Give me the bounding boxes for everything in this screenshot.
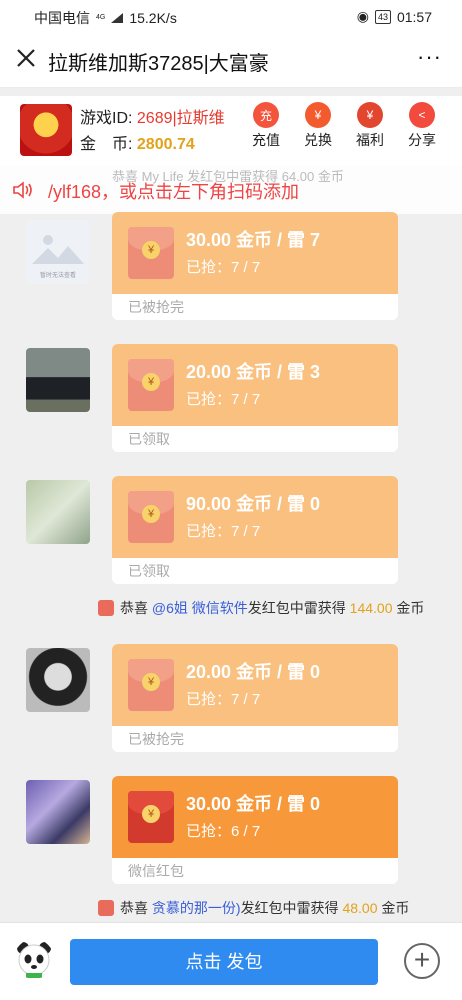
action-recharge[interactable]: 充充值 <box>246 102 286 150</box>
network-icon: 4G <box>96 14 106 21</box>
red-envelope-icon: ¥ <box>128 491 174 543</box>
red-envelope-icon: ¥ <box>128 659 174 711</box>
title-bar: 拉斯维加斯37285|大富豪 ··· <box>0 32 462 88</box>
red-packet-card[interactable]: ¥ 20.00 金币 / 雷 0 已抢：7 / 7 已被抢完 <box>112 644 398 752</box>
action-label: 充值 <box>252 132 280 148</box>
speaker-icon <box>13 181 32 199</box>
clock: 01:57 <box>396 8 432 25</box>
red-packet-card[interactable]: ¥ 30.00 金币 / 雷 7 已抢：7 / 7 已被抢完 <box>112 212 398 320</box>
player-info: 游戏ID: 2689|拉斯维 金 币: 2800.74 <box>80 106 225 158</box>
add-icon[interactable]: + <box>404 943 440 979</box>
notice-suffix: 金币 <box>377 900 410 916</box>
notice-prefix: 恭喜 <box>120 900 152 916</box>
eye-icon: ◉ <box>356 8 369 24</box>
announcement-bar: 恭喜 My Life 发红包中雷获得 64.00 金币 /ylf168，或点击左… <box>0 166 462 214</box>
notice-middle: 发红包中雷获得 <box>240 900 343 916</box>
action-exchange[interactable]: ¥ 兑换 <box>298 102 338 150</box>
packet-status: 已被抢完 <box>128 299 184 315</box>
avatar <box>26 780 90 844</box>
exchange-icon: ¥ <box>305 102 331 128</box>
send-packet-button[interactable]: 点击 发包 <box>70 939 378 985</box>
battery-icon: 43 <box>374 9 391 24</box>
packet-amount: 30.00 金币 / 雷 0 <box>186 794 321 814</box>
action-label: 福利 <box>356 132 384 148</box>
red-envelope-icon: ¥ <box>128 227 174 279</box>
action-label: 兑换 <box>304 132 332 148</box>
notice-icon <box>98 600 114 616</box>
game-id-value: 2689|拉斯维 <box>136 110 225 127</box>
red-packet-card[interactable]: ¥ 20.00 金币 / 雷 3 已抢：7 / 7 已领取 <box>112 344 398 452</box>
action-share[interactable]: < 分享 <box>402 102 442 150</box>
packet-amount: 20.00 金币 / 雷 0 <box>186 662 321 682</box>
avatar <box>26 348 90 412</box>
broken-image-text: 暂时无法查看 <box>40 271 76 279</box>
coin-label: 金 币: <box>80 136 133 153</box>
network-speed: 15.2K/s <box>129 10 177 26</box>
packet-grabbed: 已抢：7 / 7 <box>186 259 261 276</box>
avatar <box>26 648 90 712</box>
player-avatar <box>20 104 72 156</box>
share-icon: < <box>409 102 435 128</box>
packet-amount: 30.00 金币 / 雷 7 <box>186 230 321 250</box>
packet-status: 微信红包 <box>128 863 184 879</box>
page-title: 拉斯维加斯37285|大富豪 <box>48 53 269 75</box>
red-envelope-icon: ¥ <box>128 359 174 411</box>
packet-status: 已领取 <box>128 563 170 579</box>
status-bar: 中国电信 4G 15.2K/s ◉ 43 01:57 <box>0 0 462 32</box>
bottom-bar: 点击 发包 + <box>0 922 462 1000</box>
packet-amount: 20.00 金币 / 雷 3 <box>186 362 321 382</box>
red-packet-card[interactable]: ¥ 90.00 金币 / 雷 0 已抢：7 / 7 已领取 <box>112 476 398 584</box>
action-label: 分享 <box>408 132 436 148</box>
gift-bag-icon: ¥ <box>357 102 383 128</box>
notice-name[interactable]: 贪慕的那一份) <box>152 900 241 916</box>
red-packet-card[interactable]: ¥ 30.00 金币 / 雷 0 已抢：6 / 7 微信红包 <box>112 776 398 884</box>
packet-status: 已领取 <box>128 431 170 447</box>
coin-balance: 2800.74 <box>136 136 195 153</box>
announcement-text: /ylf168，或点击左下角扫码添加 <box>48 182 300 202</box>
player-info-bar: 游戏ID: 2689|拉斯维 金 币: 2800.74 充充值 ¥ 兑换 ¥ 福利 < 分享 <box>0 96 462 166</box>
packet-status: 已被抢完 <box>128 731 184 747</box>
notice-icon <box>98 900 114 916</box>
packet-grabbed: 已抢：7 / 7 <box>186 523 261 540</box>
notice-suffix: 金币 <box>392 600 425 616</box>
close-icon[interactable] <box>14 46 38 70</box>
notice-name[interactable]: @6姐 微信软件 <box>152 600 248 616</box>
game-id-label: 游戏ID: <box>80 110 133 127</box>
svg-text:暂时无法查看: 暂时无法查看 <box>40 271 76 279</box>
packet-grabbed: 已抢：7 / 7 <box>186 391 261 408</box>
action-gift-bag[interactable]: ¥ 福利 <box>350 102 390 150</box>
signal-icon <box>111 13 124 23</box>
panda-avatar-icon[interactable] <box>14 939 54 979</box>
notice-prefix: 恭喜 <box>120 600 152 616</box>
notice-middle: 发红包中雷获得 <box>247 600 350 616</box>
avatar: 暂时无法查看 <box>26 220 90 284</box>
notice-amount: 144.00 <box>349 600 393 616</box>
carrier-label: 中国电信 <box>34 10 90 26</box>
recharge-icon: 充 <box>253 102 279 128</box>
packet-grabbed: 已抢：6 / 7 <box>186 823 261 840</box>
avatar <box>26 480 90 544</box>
more-options-icon[interactable]: ··· <box>417 44 442 70</box>
red-envelope-icon: ¥ <box>128 791 174 843</box>
broken-image-icon: 暂时无法查看 <box>26 220 90 284</box>
notice-amount: 48.00 <box>342 900 378 916</box>
packet-grabbed: 已抢：7 / 7 <box>186 691 261 708</box>
packet-amount: 90.00 金币 / 雷 0 <box>186 494 321 514</box>
